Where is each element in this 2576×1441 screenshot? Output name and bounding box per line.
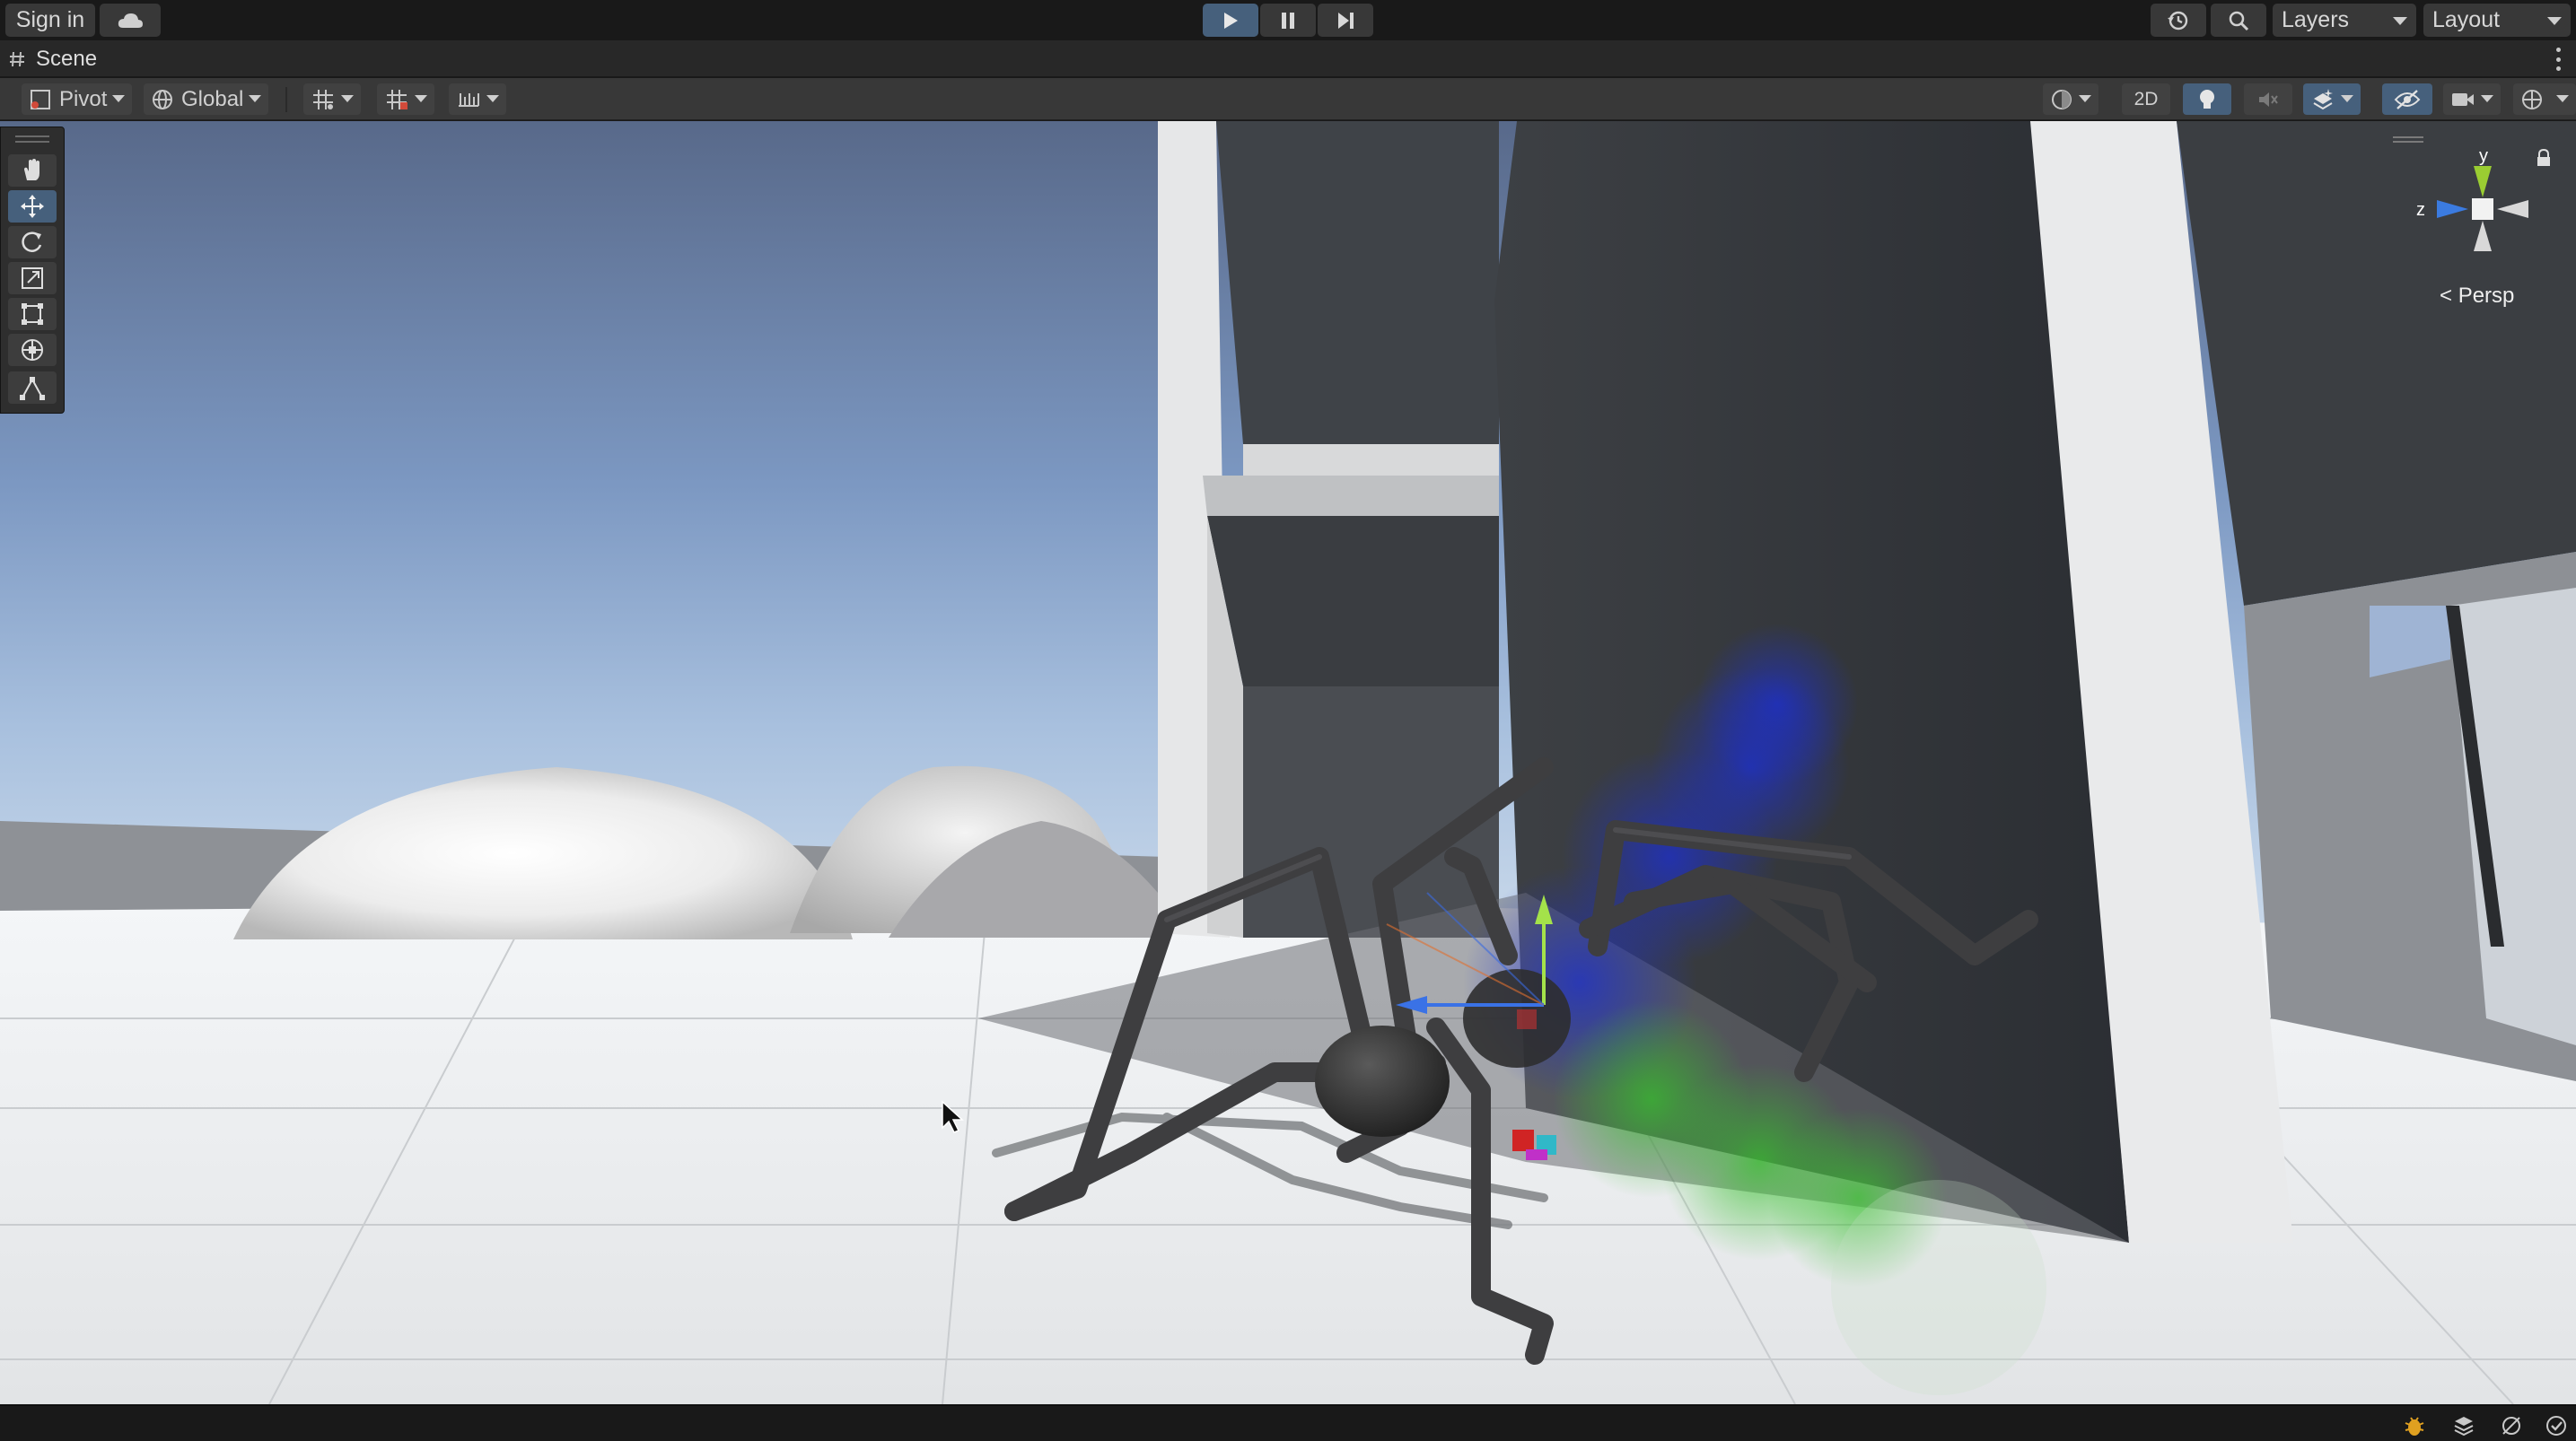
scale-tool[interactable]	[8, 262, 57, 294]
layers-dropdown[interactable]: Layers	[2273, 4, 2416, 37]
chevron-down-icon	[2481, 95, 2493, 102]
chevron-down-icon	[2079, 95, 2091, 102]
layout-dropdown[interactable]: Layout	[2423, 4, 2571, 37]
global-label: Global	[181, 86, 244, 111]
camera-icon	[2452, 92, 2474, 106]
tab-scene-label: Scene	[36, 47, 98, 71]
scene-visibility-toggle[interactable]	[2382, 83, 2432, 115]
grid-snap-toggle[interactable]	[303, 83, 361, 115]
grid-snap-icon	[313, 89, 333, 109]
effects-dropdown[interactable]	[2303, 83, 2361, 115]
tab-scene[interactable]: Scene	[9, 46, 97, 73]
move-tool[interactable]	[8, 190, 57, 223]
increment-snap-icon	[387, 89, 407, 109]
custom-tool-icon	[20, 377, 45, 400]
transform-tool[interactable]	[8, 334, 57, 366]
check-icon[interactable]	[2544, 1413, 2569, 1438]
scene-render	[0, 121, 2576, 1404]
main-toolbar: Sign in Layers Layout	[0, 0, 2576, 40]
shading-mode-dropdown[interactable]	[2043, 83, 2098, 115]
chevron-down-icon	[341, 95, 354, 102]
projection-toggle[interactable]: < Persp	[2440, 284, 2514, 309]
pivot-dropdown[interactable]: Pivot	[22, 83, 133, 115]
gizmo-neg-y-axis[interactable]	[2474, 221, 2492, 251]
step-button[interactable]	[1318, 4, 1373, 37]
chevron-down-icon	[2547, 17, 2562, 25]
gizmo-z-label: z	[2416, 200, 2425, 220]
rotate-tool[interactable]	[8, 226, 57, 258]
sign-in-button[interactable]: Sign in	[5, 4, 95, 37]
history-icon	[2168, 11, 2188, 30]
effects-icon	[2313, 88, 2333, 109]
cloud-button[interactable]	[100, 4, 161, 37]
audio-mute-icon	[2259, 92, 2278, 107]
play-icon	[1224, 12, 1238, 29]
pivot-label: Pivot	[59, 86, 108, 111]
move-icon	[21, 195, 44, 218]
play-button[interactable]	[1203, 4, 1258, 37]
shading-icon	[2052, 89, 2072, 109]
debug-bug-icon[interactable]	[2402, 1413, 2427, 1438]
global-dropdown[interactable]: Global	[144, 83, 269, 115]
rect-tool[interactable]	[8, 298, 57, 330]
gizmo-y-axis[interactable]	[2474, 166, 2492, 197]
search-button[interactable]	[2211, 4, 2266, 37]
search-icon	[2229, 11, 2249, 31]
chevron-down-icon	[415, 95, 427, 102]
unity-editor-window: Sign in Layers Layout Scene Pivot Global…	[0, 0, 2576, 1441]
gizmo-z-axis[interactable]	[2437, 200, 2468, 218]
ruler-toggle[interactable]	[449, 83, 506, 115]
increment-snap-toggle[interactable]	[377, 83, 434, 115]
scene-viewport[interactable]	[0, 121, 2576, 1404]
gizmo-y-label: y	[2479, 146, 2488, 166]
chevron-down-icon	[249, 95, 262, 102]
light-icon	[2200, 89, 2214, 109]
toolbar-divider	[285, 87, 287, 112]
transform-icon	[22, 339, 43, 361]
chevron-down-icon	[112, 95, 126, 102]
more-vert-icon[interactable]	[2554, 48, 2562, 71]
layers-label: Layers	[2282, 7, 2350, 32]
network-icon[interactable]	[2499, 1413, 2524, 1438]
globe-icon	[153, 89, 172, 109]
chevron-down-icon	[2341, 95, 2353, 102]
pause-button[interactable]	[1260, 4, 1316, 37]
tool-palette	[0, 127, 65, 414]
gizmos-icon	[2522, 89, 2542, 109]
scene-toolbar: Pivot Global 2D	[0, 78, 2576, 120]
undo-history-button[interactable]	[2151, 4, 2206, 37]
scale-icon	[22, 267, 43, 289]
2d-toggle[interactable]: 2D	[2122, 83, 2170, 115]
audio-toggle[interactable]	[2244, 83, 2292, 115]
custom-tool[interactable]	[8, 371, 57, 404]
lighting-toggle[interactable]	[2183, 83, 2231, 115]
gizmo-center-cube[interactable]	[2472, 198, 2493, 220]
rotate-icon	[22, 231, 42, 252]
cloud-icon	[118, 13, 143, 28]
hash-icon	[10, 51, 24, 67]
gizmos-dropdown[interactable]	[2513, 83, 2576, 115]
chevron-down-icon	[2393, 17, 2407, 25]
2d-label: 2D	[2134, 88, 2159, 109]
status-bar	[0, 1405, 2576, 1441]
step-icon	[1338, 12, 1354, 29]
drag-handle[interactable]	[15, 135, 49, 143]
camera-dropdown[interactable]	[2443, 83, 2501, 115]
projection-label: Persp	[2458, 284, 2515, 308]
pivot-icon	[31, 89, 50, 109]
rect-icon	[22, 303, 43, 325]
gizmo-neg-z-axis[interactable]	[2497, 200, 2528, 218]
layers-stack-icon[interactable]	[2451, 1413, 2476, 1438]
pause-icon	[1282, 12, 1294, 29]
chevron-down-icon	[486, 95, 499, 102]
layout-label: Layout	[2432, 7, 2501, 32]
scene-tab-bar: Scene	[0, 40, 2576, 77]
hand-tool[interactable]	[8, 154, 57, 187]
chevron-down-icon	[2556, 95, 2569, 102]
chevron-left-icon: <	[2440, 284, 2458, 308]
ruler-icon	[459, 92, 479, 107]
hand-icon	[24, 159, 39, 180]
visibility-icon	[2394, 89, 2421, 109]
